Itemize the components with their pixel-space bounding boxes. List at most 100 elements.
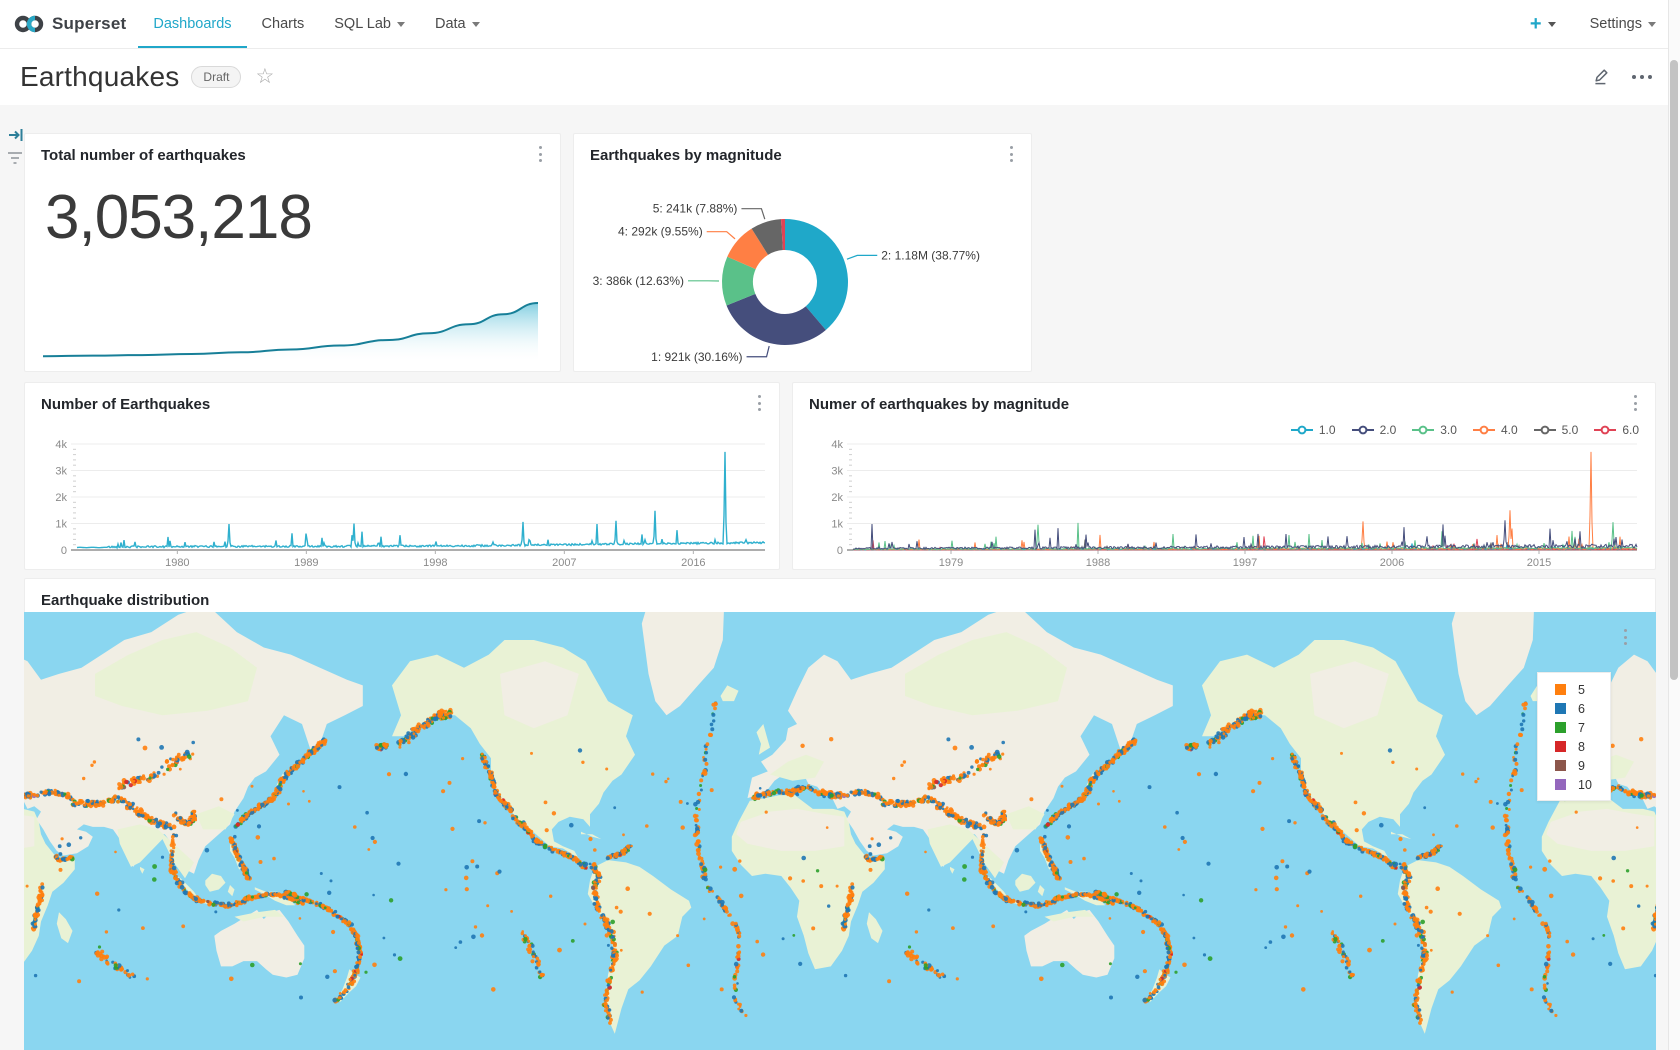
kebab-menu-icon[interactable] bbox=[1627, 393, 1643, 413]
legend-marker-icon bbox=[1351, 425, 1375, 435]
x-tick-label: 1989 bbox=[294, 557, 318, 569]
chart-title: Number of Earthquakes bbox=[41, 396, 210, 413]
y-tick-label: 3k bbox=[55, 466, 67, 478]
y-tick-label: 2k bbox=[55, 492, 67, 504]
map-legend-item-5[interactable]: 5 bbox=[1538, 680, 1610, 699]
y-tick-label: 4k bbox=[55, 439, 67, 451]
legend-label: 4.0 bbox=[1501, 423, 1518, 437]
legend-item-3.0[interactable]: 3.0 bbox=[1411, 423, 1457, 437]
legend-swatch bbox=[1555, 779, 1566, 790]
nav-data[interactable]: Data bbox=[420, 0, 495, 48]
settings-menu[interactable]: Settings bbox=[1590, 16, 1656, 32]
legend-label: 1.0 bbox=[1319, 423, 1336, 437]
x-tick-label: 1979 bbox=[939, 557, 963, 569]
line-series-4.0 bbox=[853, 452, 1637, 550]
chevron-down-icon bbox=[397, 22, 405, 27]
legend-label: 8 bbox=[1578, 740, 1585, 754]
big-number-value: 3,053,218 bbox=[45, 182, 312, 253]
dashboard-page: Superset Dashboards Charts SQL Lab Data … bbox=[0, 0, 1680, 1050]
legend-label: 3.0 bbox=[1440, 423, 1457, 437]
trendline-chart bbox=[33, 297, 554, 365]
card-earthquakes-by-magnitude: Earthquakes by magnitude 2: 1.18M (38.77… bbox=[573, 133, 1032, 372]
expand-filter-bar-icon[interactable] bbox=[7, 126, 25, 144]
card-total-number: Total number of earthquakes 3,053,218 bbox=[24, 133, 561, 372]
x-tick-label: 1997 bbox=[1233, 557, 1257, 569]
legend-swatch bbox=[1555, 760, 1566, 771]
infinity-logo-icon bbox=[14, 13, 44, 35]
chevron-down-icon bbox=[1548, 22, 1556, 27]
chart-title: Earthquakes by magnitude bbox=[590, 147, 782, 164]
x-tick-label: 1988 bbox=[1086, 557, 1110, 569]
pie-slice-label: 2: 1.18M (38.77%) bbox=[881, 248, 980, 262]
legend-swatch bbox=[1555, 741, 1566, 752]
kebab-menu-icon[interactable] bbox=[1617, 627, 1633, 647]
legend-swatch bbox=[1555, 722, 1566, 733]
chart-title: Total number of earthquakes bbox=[41, 147, 246, 164]
legend-swatch bbox=[1555, 703, 1566, 714]
kebab-menu-icon[interactable] bbox=[1003, 144, 1019, 164]
world-map[interactable]: 5 6 7 8 9 10 bbox=[24, 612, 1656, 1050]
status-badge: Draft bbox=[191, 66, 241, 88]
kebab-menu-icon[interactable] bbox=[751, 393, 767, 413]
pie-slice-label: 1: 921k (30.16%) bbox=[651, 350, 742, 364]
legend-label: 9 bbox=[1578, 759, 1585, 773]
nav-sql-lab[interactable]: SQL Lab bbox=[319, 0, 420, 48]
x-tick-label: 2016 bbox=[681, 557, 705, 569]
x-tick-label: 2006 bbox=[1380, 557, 1404, 569]
legend-label: 2.0 bbox=[1380, 423, 1397, 437]
chart-title: Earthquake distribution bbox=[41, 592, 209, 609]
navbar-right: + Settings bbox=[1530, 0, 1656, 48]
line-series-2.0 bbox=[853, 520, 1637, 549]
legend-swatch bbox=[1555, 684, 1566, 695]
legend-label: 5 bbox=[1578, 683, 1585, 697]
y-tick-label: 3k bbox=[831, 466, 843, 478]
x-tick-label: 2015 bbox=[1527, 557, 1551, 569]
x-tick-label: 1980 bbox=[165, 557, 189, 569]
filter-funnel-icon[interactable] bbox=[5, 150, 25, 166]
pie-slice-label: 5: 241k (7.88%) bbox=[653, 202, 738, 216]
kebab-menu-icon[interactable] bbox=[532, 144, 548, 164]
pie-slice-label: 3: 386k (12.63%) bbox=[593, 274, 684, 288]
legend-label: 7 bbox=[1578, 721, 1585, 735]
chevron-down-icon bbox=[1648, 22, 1656, 27]
map-legend-item-9[interactable]: 9 bbox=[1538, 756, 1610, 775]
nav-dashboards[interactable]: Dashboards bbox=[138, 0, 246, 48]
legend-item-6.0[interactable]: 6.0 bbox=[1593, 423, 1639, 437]
new-item-button[interactable]: + bbox=[1530, 0, 1556, 48]
legend-item-5.0[interactable]: 5.0 bbox=[1533, 423, 1579, 437]
legend-marker-icon bbox=[1290, 425, 1314, 435]
nav-charts[interactable]: Charts bbox=[247, 0, 320, 48]
map-legend-item-6[interactable]: 6 bbox=[1538, 699, 1610, 718]
x-tick-label: 2007 bbox=[552, 557, 576, 569]
card-earthquakes-by-magnitude-series: Numer of earthquakes by magnitude 1.0 2.0… bbox=[792, 382, 1656, 570]
legend-label: 6.0 bbox=[1622, 423, 1639, 437]
page-title: Earthquakes bbox=[20, 61, 179, 93]
y-tick-label: 1k bbox=[55, 519, 67, 531]
legend-label: 6 bbox=[1578, 702, 1585, 716]
legend-label: 5.0 bbox=[1562, 423, 1579, 437]
line-series bbox=[77, 452, 765, 548]
favorite-star-icon[interactable]: ☆ bbox=[255, 67, 274, 87]
chart-title: Numer of earthquakes by magnitude bbox=[809, 396, 1069, 413]
card-number-of-earthquakes: Number of Earthquakes 01k2k3k4k198019891… bbox=[24, 382, 780, 570]
dashboard-menu-icon[interactable] bbox=[1628, 75, 1652, 79]
chart-legend: 1.0 2.0 3.0 4.0 5.0 6.0 bbox=[1275, 423, 1639, 437]
map-legend-item-8[interactable]: 8 bbox=[1538, 737, 1610, 756]
map-canvas bbox=[24, 612, 1656, 1050]
scrollbar-thumb[interactable] bbox=[1670, 60, 1678, 680]
top-navbar: Superset Dashboards Charts SQL Lab Data … bbox=[0, 0, 1680, 49]
map-legend-item-7[interactable]: 7 bbox=[1538, 718, 1610, 737]
map-legend-item-10[interactable]: 10 bbox=[1538, 775, 1610, 794]
edit-pencil-icon[interactable] bbox=[1592, 67, 1612, 87]
legend-marker-icon bbox=[1533, 425, 1557, 435]
dashboard-header: Earthquakes Draft ☆ bbox=[0, 48, 1680, 105]
brand-name: Superset bbox=[52, 14, 126, 34]
y-tick-label: 0 bbox=[61, 545, 67, 557]
legend-label: 10 bbox=[1578, 778, 1592, 792]
legend-item-2.0[interactable]: 2.0 bbox=[1351, 423, 1397, 437]
legend-item-4.0[interactable]: 4.0 bbox=[1472, 423, 1518, 437]
legend-item-1.0[interactable]: 1.0 bbox=[1290, 423, 1336, 437]
chevron-down-icon bbox=[472, 22, 480, 27]
superset-logo[interactable]: Superset bbox=[14, 13, 126, 35]
main-nav: Dashboards Charts SQL Lab Data bbox=[138, 0, 494, 48]
